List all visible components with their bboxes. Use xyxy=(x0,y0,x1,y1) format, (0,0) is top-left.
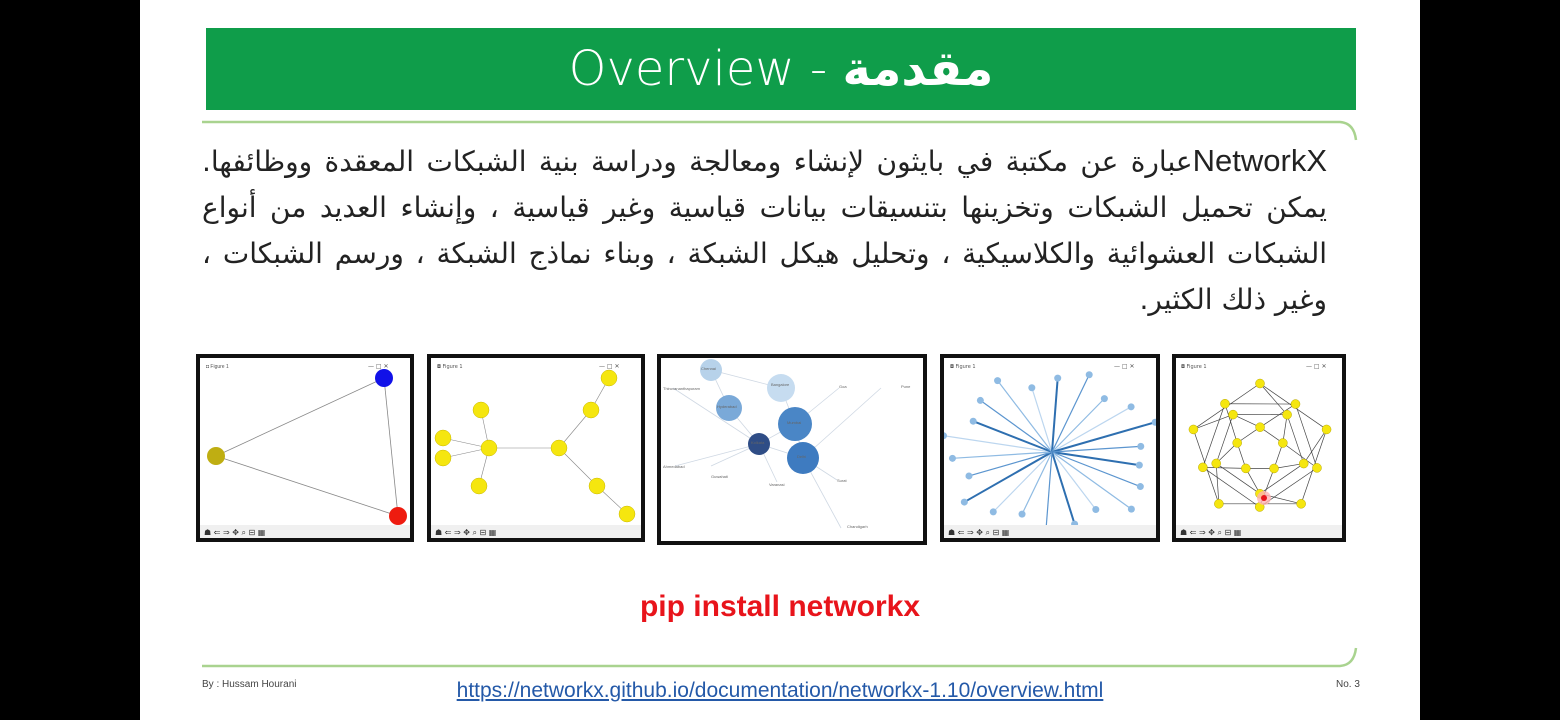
star-node xyxy=(1100,395,1108,403)
title-bar: Overview - مقدمة xyxy=(206,28,1356,110)
svg-text:— □ ✕: — □ ✕ xyxy=(1114,363,1135,370)
node-red xyxy=(389,507,407,525)
node-yellow xyxy=(207,447,225,465)
star-node xyxy=(1085,371,1093,379)
star-node xyxy=(1135,461,1143,469)
figure-city-bubble-graph: Chennai Bangalore Hyderabad Mumbai Kolka… xyxy=(657,354,927,545)
dodeca-node xyxy=(1228,409,1238,420)
star-node xyxy=(1028,384,1036,392)
svg-text:☗ ⇐ ⇒ ✥ ⌕ ⊟ ▦: ☗ ⇐ ⇒ ✥ ⌕ ⊟ ▦ xyxy=(435,528,496,537)
svg-text:◘ Figure 1: ◘ Figure 1 xyxy=(206,364,229,370)
dodeca-node xyxy=(1214,499,1224,509)
label-chennai: Chennai xyxy=(701,366,716,371)
dodeca-node xyxy=(1321,424,1332,435)
svg-text:☗ ⇐ ⇒ ✥ ⌕ ⊟ ▦: ☗ ⇐ ⇒ ✥ ⌕ ⊟ ▦ xyxy=(948,528,1009,537)
title-separator: - xyxy=(794,41,843,97)
paragraph-text: عبارة عن مكتبة في بايثون لإنشاء ومعالجة … xyxy=(202,145,1327,316)
dodeca-node xyxy=(1282,409,1292,420)
dodeca-node xyxy=(1232,438,1242,448)
label-bangalore: Bangalore xyxy=(771,382,790,387)
figure-dodecahedral-graph: ◘ Figure 1 — □ ✕ ☗ ⇐ ⇒ ✥ ⌕ ⊟ ▦ xyxy=(1172,354,1346,542)
dodeca-edges xyxy=(1193,383,1327,508)
dodeca-node xyxy=(1198,462,1208,473)
dodeca-node xyxy=(1269,463,1279,474)
dodeca-node xyxy=(1211,458,1221,469)
dodeca-node xyxy=(1255,422,1265,432)
documentation-link[interactable]: https://networkx.github.io/documentation… xyxy=(140,679,1420,703)
intro-paragraph: NetworkXعبارة عن مكتبة في بايثون لإنشاء … xyxy=(202,138,1327,323)
install-command: pip install networkx xyxy=(639,590,921,623)
label-chandigarh: Chandigarh xyxy=(847,524,868,529)
star-node xyxy=(1136,483,1144,491)
paragraph-lead: NetworkX xyxy=(1192,143,1327,178)
node-blue xyxy=(375,369,393,387)
label-guwahati: Guwahati xyxy=(711,474,728,479)
label-surat: Surat xyxy=(837,478,847,483)
svg-text:◘ Figure 1: ◘ Figure 1 xyxy=(1181,364,1207,370)
figure-tree-graph: ◘ Figure 1 — □ ✕ ☗ ⇐ ⇒ ✥ ⌕ ⊟ ▦ xyxy=(427,354,645,542)
star-node xyxy=(1092,505,1100,513)
label-goa: Goa xyxy=(839,384,847,389)
svg-text:☗ ⇐ ⇒ ✥ ⌕ ⊟ ▦: ☗ ⇐ ⇒ ✥ ⌕ ⊟ ▦ xyxy=(204,528,265,537)
star-node xyxy=(948,454,956,462)
star-node xyxy=(944,432,948,440)
star-node xyxy=(1054,374,1062,382)
dodeca-node xyxy=(1220,398,1230,409)
star-node xyxy=(1137,442,1145,450)
dodeca-node xyxy=(1241,463,1251,474)
star-node xyxy=(1151,418,1156,426)
dodeca-node xyxy=(1290,399,1301,409)
dodeca-node xyxy=(1255,378,1265,389)
page-number: No. 3 xyxy=(1336,679,1360,690)
figure-triangle-graph: ◘ Figure 1 — □ ✕ ☗ ⇐ ⇒ ✥ ⌕ ⊟ ▦ xyxy=(196,354,414,542)
svg-text:— □ ✕: — □ ✕ xyxy=(599,363,620,370)
label-kolkata: Kolkata xyxy=(751,440,765,445)
label-ahmedabad: Ahmedabad xyxy=(663,464,685,469)
svg-text:— □ ✕: — □ ✕ xyxy=(1306,363,1327,370)
dodeca-node xyxy=(1278,438,1288,448)
label-mumbai: Mumbai xyxy=(787,420,801,425)
star-node xyxy=(969,417,977,425)
star-node xyxy=(994,377,1002,385)
star-node xyxy=(989,508,997,516)
star-node xyxy=(965,472,973,480)
label-thiruvananthapuram: Thiruvananthapuram xyxy=(663,386,701,391)
svg-text:◘ Figure 1: ◘ Figure 1 xyxy=(950,364,976,370)
slide: Overview - مقدمة NetworkXعبارة عن مكتبة … xyxy=(140,0,1420,720)
svg-text:◘ Figure 1: ◘ Figure 1 xyxy=(437,364,463,370)
star-node xyxy=(1018,510,1026,518)
star-edges xyxy=(944,374,1156,534)
label-varanasi: Varanasi xyxy=(769,482,785,487)
slide-title: Overview - مقدمة xyxy=(569,41,994,97)
star-node xyxy=(976,396,984,404)
star-node xyxy=(1127,403,1135,411)
dodeca-node xyxy=(1298,458,1309,469)
dodeca-node xyxy=(1296,499,1306,509)
figure-star-graph: ◘ Figure 1 — □ ✕ ☗ ⇐ ⇒ ✥ ⌕ ⊟ ▦ xyxy=(940,354,1160,542)
title-english: Overview xyxy=(568,41,795,97)
svg-text:— □ ✕: — □ ✕ xyxy=(368,363,389,370)
bottom-divider xyxy=(202,647,1358,668)
star-node xyxy=(960,498,968,506)
label-pune: Pune xyxy=(901,384,911,389)
title-arabic: مقدمة xyxy=(842,41,994,97)
svg-text:☗ ⇐ ⇒ ✥ ⌕ ⊟ ▦: ☗ ⇐ ⇒ ✥ ⌕ ⊟ ▦ xyxy=(1180,528,1241,537)
dodeca-node xyxy=(1312,463,1322,473)
star-node xyxy=(1127,505,1135,513)
label-delhi: Delhi xyxy=(797,454,806,459)
label-hyderabad: Hyderabad xyxy=(717,404,737,409)
dodeca-node xyxy=(1188,424,1199,435)
